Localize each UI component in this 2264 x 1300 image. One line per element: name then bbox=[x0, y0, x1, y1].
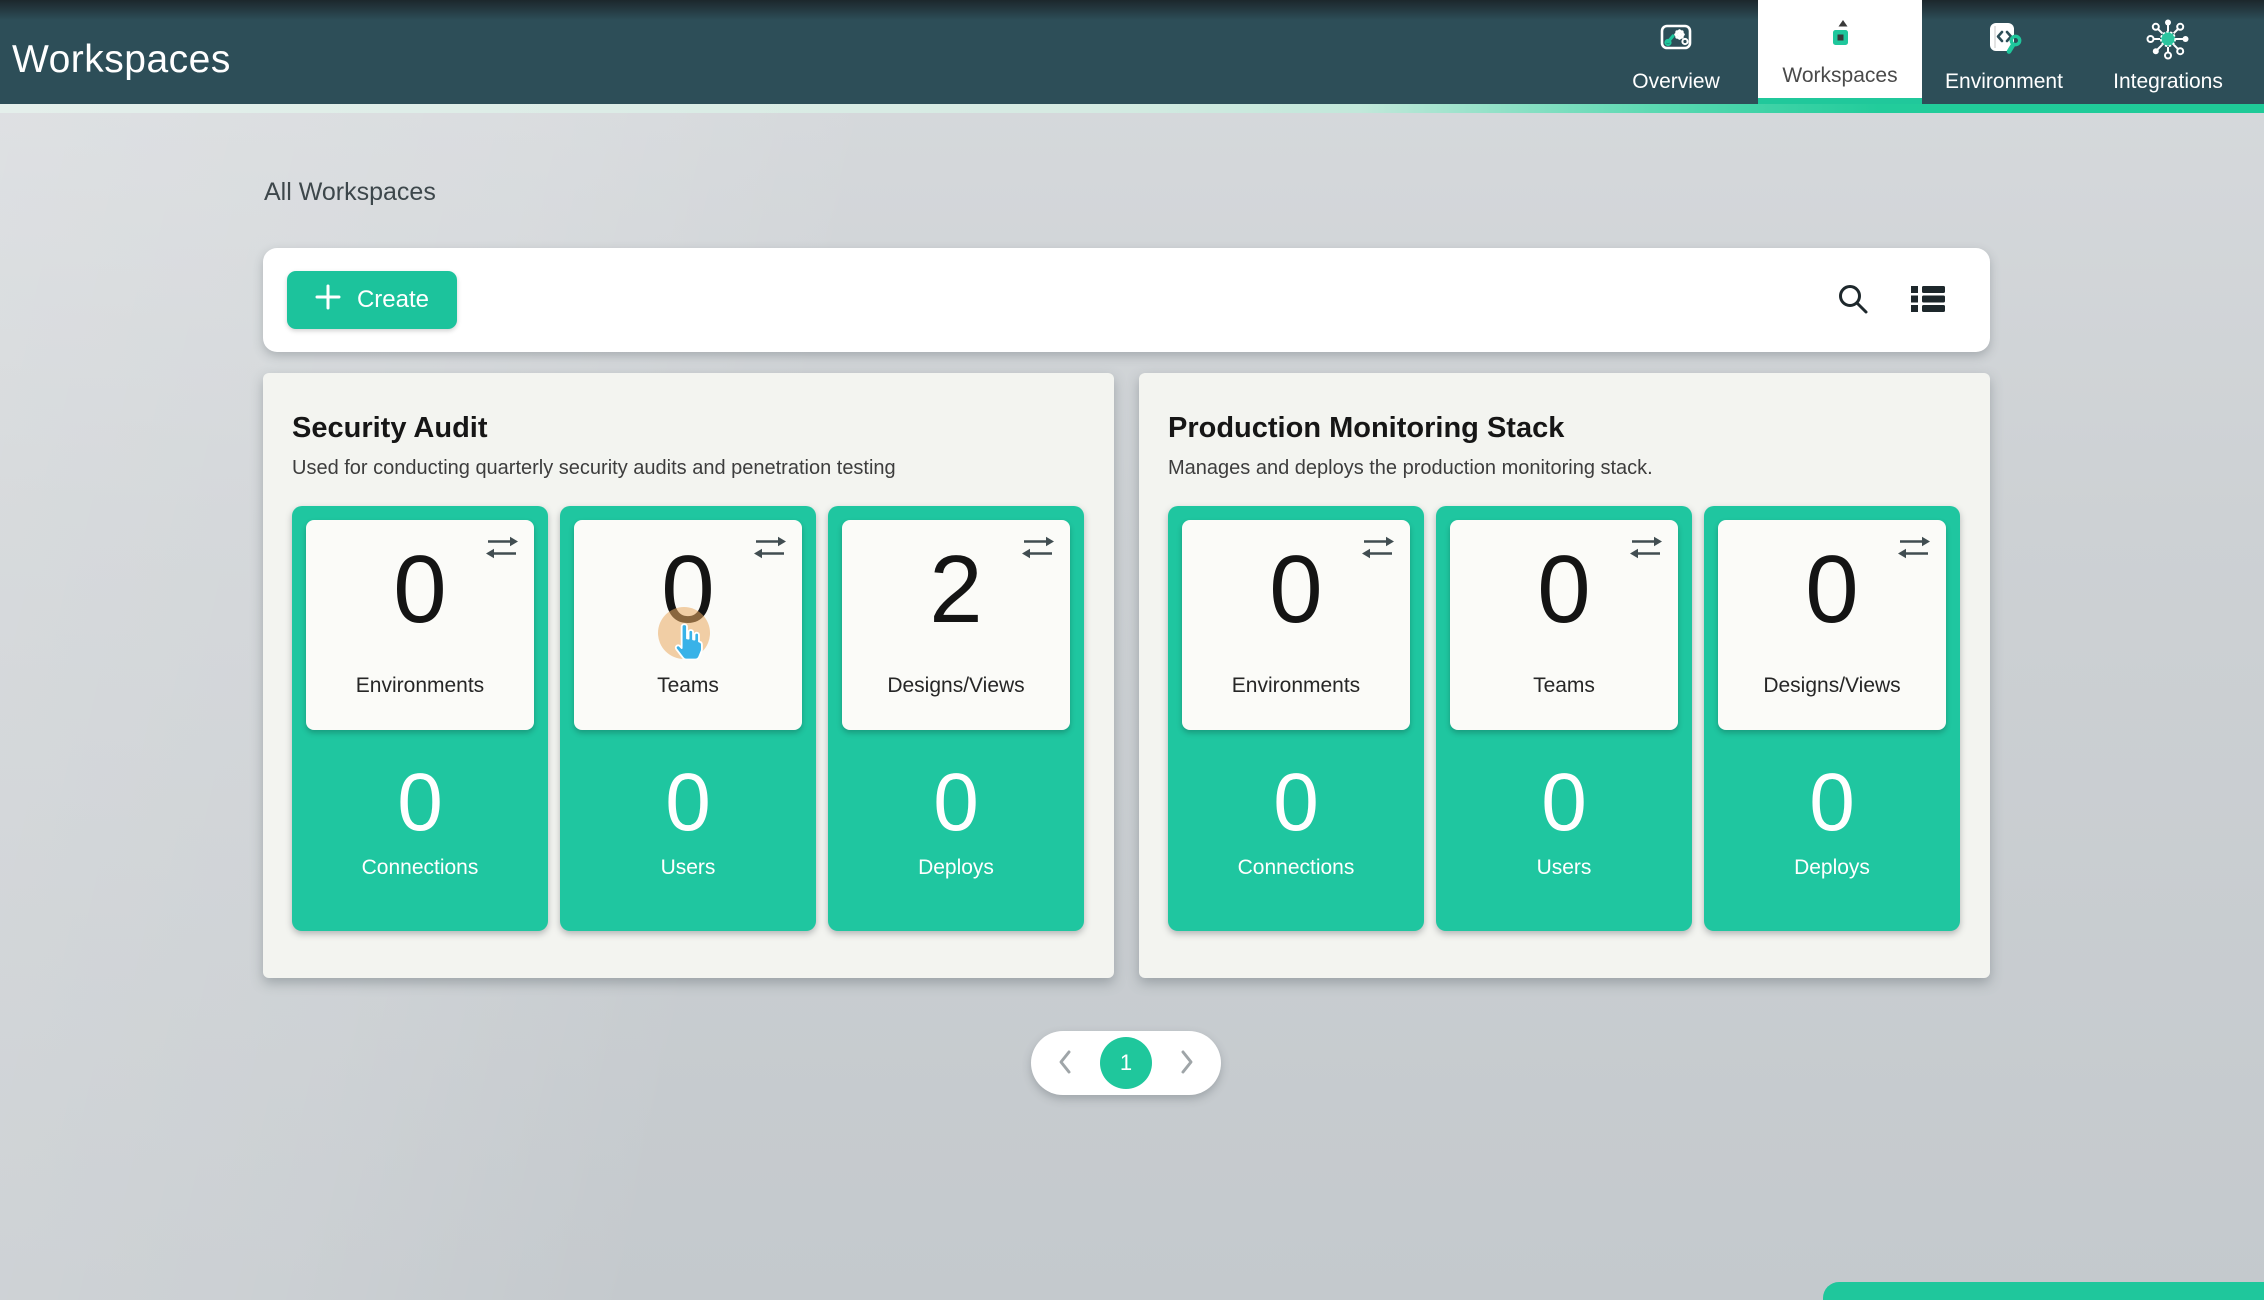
pagination: 1 bbox=[1031, 1031, 1221, 1095]
list-view-button[interactable] bbox=[1906, 280, 1950, 321]
swap-arrows-icon bbox=[1896, 549, 1932, 564]
tab-integrations[interactable]: Integrations bbox=[2086, 0, 2250, 104]
stat-tile-secondary: 0 Users bbox=[1436, 730, 1692, 931]
search-button[interactable] bbox=[1832, 278, 1874, 323]
workspaces-icon bbox=[1825, 11, 1855, 55]
workspace-cards-row: Security Audit Used for conducting quart… bbox=[263, 373, 1990, 978]
swap-button[interactable] bbox=[482, 532, 522, 566]
chevron-left-icon bbox=[1057, 1048, 1073, 1079]
stat-label: Connections bbox=[1238, 856, 1355, 880]
stat-tile-primary: 0 Teams bbox=[574, 520, 802, 730]
workspace-card-production-monitoring: Production Monitoring Stack Manages and … bbox=[1139, 373, 1990, 978]
stat-tile-secondary: 0 Deploys bbox=[828, 730, 1084, 931]
stat-label: Designs/Views bbox=[1718, 674, 1946, 698]
stat-value: 0 bbox=[1273, 762, 1319, 844]
stat-value: 0 bbox=[397, 762, 443, 844]
stat-value: 0 bbox=[1809, 762, 1855, 844]
integrations-icon bbox=[2145, 17, 2191, 61]
search-icon bbox=[1836, 282, 1870, 319]
stat-label: Users bbox=[1537, 856, 1592, 880]
next-page-button[interactable] bbox=[1177, 1046, 1197, 1081]
stat-tile-teams[interactable]: 0 Teams 0 Users bbox=[560, 506, 816, 931]
top-navigation-bar: Workspaces Overview bbox=[0, 0, 2264, 104]
create-button-label: Create bbox=[357, 286, 429, 314]
swap-button[interactable] bbox=[1894, 532, 1934, 566]
stat-tile-primary: 0 Environments bbox=[1182, 520, 1410, 730]
tab-workspaces-label: Workspaces bbox=[1782, 64, 1897, 88]
stat-tile-primary: 0 Environments bbox=[306, 520, 534, 730]
stat-label: Deploys bbox=[918, 856, 994, 880]
workspace-name: Security Audit bbox=[292, 413, 1085, 445]
stat-tile-environments[interactable]: 0 Environments 0 Connections bbox=[1168, 506, 1424, 931]
chevron-right-icon bbox=[1179, 1048, 1195, 1079]
list-view-icon bbox=[1910, 284, 1946, 317]
nav-tabs: Overview Workspaces bbox=[1594, 0, 2250, 104]
stat-value: 0 bbox=[933, 762, 979, 844]
stat-label: Connections bbox=[362, 856, 479, 880]
workspace-name: Production Monitoring Stack bbox=[1168, 413, 1961, 445]
create-button[interactable]: Create bbox=[287, 271, 457, 329]
current-page-button[interactable]: 1 bbox=[1100, 1037, 1152, 1089]
workspaces-toolbar: Create bbox=[263, 248, 1990, 352]
swap-arrows-icon bbox=[752, 549, 788, 564]
toolbar-icons bbox=[1832, 278, 1950, 323]
stat-tile-designs-views[interactable]: 0 Designs/Views 0 Deploys bbox=[1704, 506, 1960, 931]
stat-label: Deploys bbox=[1794, 856, 1870, 880]
stat-value: 0 bbox=[665, 762, 711, 844]
tab-integrations-label: Integrations bbox=[2113, 70, 2223, 94]
stat-tile-designs-views[interactable]: 2 Designs/Views 0 Deploys bbox=[828, 506, 1084, 931]
workspace-description: Used for conducting quarterly security a… bbox=[292, 457, 1085, 480]
stat-label: Environments bbox=[1182, 674, 1410, 698]
stat-value: 0 bbox=[1269, 542, 1322, 638]
stat-tile-secondary: 0 Users bbox=[560, 730, 816, 931]
swap-button[interactable] bbox=[1358, 532, 1398, 566]
stat-tile-secondary: 0 Deploys bbox=[1704, 730, 1960, 931]
stat-tile-environments[interactable]: 0 Environments 0 Connections bbox=[292, 506, 548, 931]
swap-arrows-icon bbox=[484, 549, 520, 564]
stat-label: Environments bbox=[306, 674, 534, 698]
stat-value: 2 bbox=[929, 542, 982, 638]
overview-icon bbox=[1655, 17, 1697, 61]
swap-button[interactable] bbox=[750, 532, 790, 566]
stat-value: 0 bbox=[1537, 542, 1590, 638]
stat-tile-teams[interactable]: 0 Teams 0 Users bbox=[1436, 506, 1692, 931]
stat-tile-secondary: 0 Connections bbox=[1168, 730, 1424, 931]
tab-workspaces[interactable]: Workspaces bbox=[1758, 0, 1922, 104]
swap-arrows-icon bbox=[1360, 549, 1396, 564]
plus-icon bbox=[315, 284, 341, 317]
stat-tile-primary: 2 Designs/Views bbox=[842, 520, 1070, 730]
stat-label: Users bbox=[661, 856, 716, 880]
tab-environment-label: Environment bbox=[1945, 70, 2063, 94]
stat-tiles-row: 0 Environments 0 Connections bbox=[1168, 506, 1961, 931]
stat-value: 0 bbox=[393, 542, 446, 638]
page-title: All Workspaces bbox=[264, 178, 436, 207]
stat-tile-primary: 0 Teams bbox=[1450, 520, 1678, 730]
stat-value: 0 bbox=[1541, 762, 1587, 844]
stat-tile-primary: 0 Designs/Views bbox=[1718, 520, 1946, 730]
previous-page-button[interactable] bbox=[1055, 1046, 1075, 1081]
stat-label: Designs/Views bbox=[842, 674, 1070, 698]
tab-overview[interactable]: Overview bbox=[1594, 0, 1758, 104]
swap-button[interactable] bbox=[1626, 532, 1666, 566]
swap-button[interactable] bbox=[1018, 532, 1058, 566]
swap-arrows-icon bbox=[1020, 549, 1056, 564]
tab-environment[interactable]: Environment bbox=[1922, 0, 2086, 104]
stat-label: Teams bbox=[574, 674, 802, 698]
workspace-description: Manages and deploys the production monit… bbox=[1168, 457, 1961, 480]
environment-icon bbox=[1982, 17, 2026, 61]
workspace-card-security-audit: Security Audit Used for conducting quart… bbox=[263, 373, 1114, 978]
stat-value: 0 bbox=[661, 542, 714, 638]
stat-tile-secondary: 0 Connections bbox=[292, 730, 548, 931]
navbar-accent-strip bbox=[0, 104, 2264, 113]
bottom-right-panel[interactable] bbox=[1823, 1282, 2264, 1300]
swap-arrows-icon bbox=[1628, 549, 1664, 564]
stat-tiles-row: 0 Environments 0 Connections bbox=[292, 506, 1085, 931]
tab-overview-label: Overview bbox=[1632, 70, 1720, 94]
app-title: Workspaces bbox=[0, 38, 231, 82]
stat-value: 0 bbox=[1805, 542, 1858, 638]
stat-label: Teams bbox=[1450, 674, 1678, 698]
